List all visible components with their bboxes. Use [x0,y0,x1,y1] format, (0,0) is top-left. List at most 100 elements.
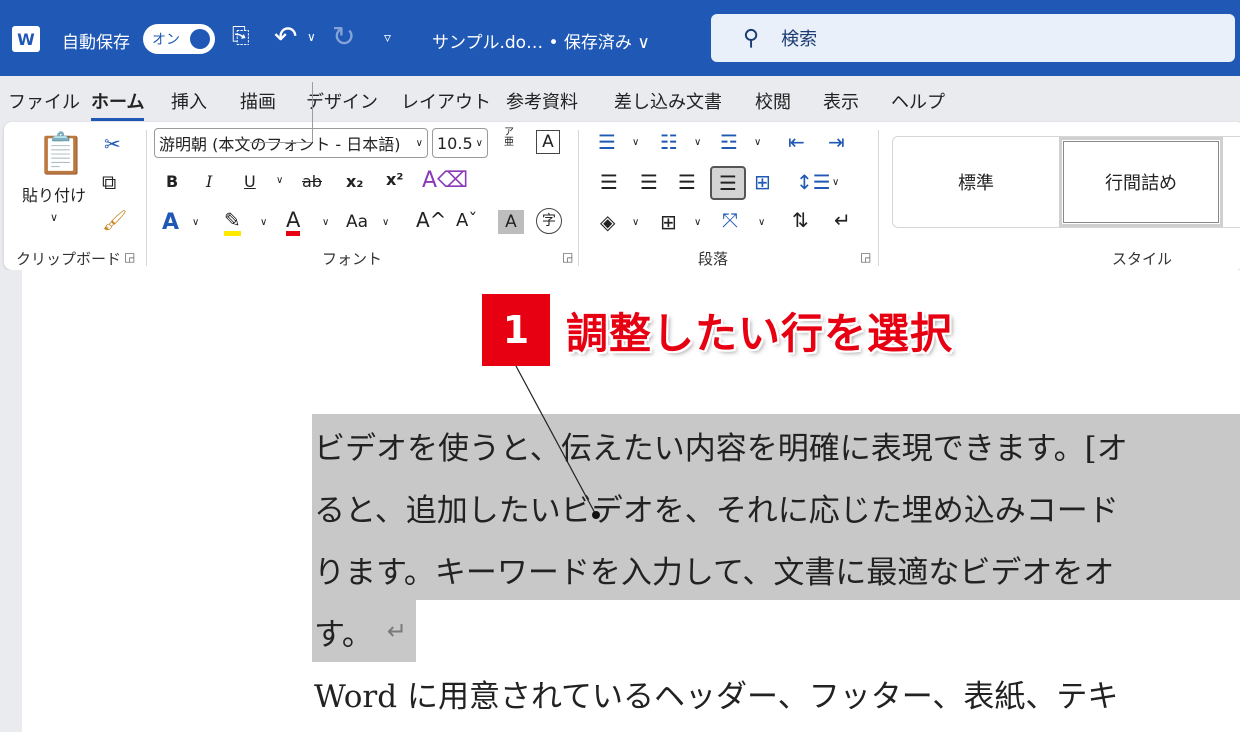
change-case-dropdown-icon[interactable]: ∨ [382,218,389,228]
undo-icon[interactable]: ↶ [274,20,297,53]
text-effects-dropdown-icon[interactable]: ∨ [192,218,199,228]
subscript-button[interactable]: x₂ [346,174,363,190]
selected-text-line[interactable]: ビデオを使うと、伝えたい内容を明確に表現できます。[オ [312,414,1240,476]
font-size-combo[interactable]: 10.5 ∨ [432,128,488,158]
multilevel-dropdown-icon[interactable]: ∨ [754,138,761,148]
shrink-font-button[interactable]: Aˇ [456,212,477,230]
paste-button[interactable]: 貼り付け [22,188,86,204]
increase-indent-icon[interactable]: ⇥ [828,132,845,152]
search-placeholder: 検索 [781,29,818,50]
line-spacing-dropdown-icon[interactable]: ∨ [832,178,839,188]
phonetic-guide-icon[interactable]: ア亜 [504,128,514,148]
tab-mailings[interactable]: 差し込み文書 [614,88,722,114]
font-color-dropdown-icon[interactable]: ∨ [322,218,329,228]
autosave-toggle-label: オン [152,32,180,48]
bullets-dropdown-icon[interactable]: ∨ [632,138,639,148]
strikethrough-button[interactable]: ab [302,174,322,190]
numbering-dropdown-icon[interactable]: ∨ [694,138,701,148]
borders-icon[interactable]: ⊞ [660,212,677,232]
customize-qat-icon[interactable]: ▿ [384,30,391,46]
tab-view[interactable]: 表示 [823,88,859,114]
copy-icon[interactable]: ⧉ [102,172,116,192]
character-border-icon[interactable]: A [536,130,560,154]
asian-layout-dropdown-icon[interactable]: ∨ [758,218,765,228]
italic-button[interactable]: I [206,174,212,190]
tab-draw[interactable]: 描画 [240,88,276,114]
underline-dropdown-icon[interactable]: ∨ [276,176,283,186]
show-formatting-icon[interactable]: ↵ [834,210,851,230]
autosave-toggle[interactable]: オン [143,24,215,54]
character-shading-button[interactable]: A [498,210,524,234]
superscript-button[interactable]: x² [386,172,403,188]
numbering-icon[interactable]: ☷ [660,132,678,152]
selected-text-line[interactable]: す。 ↵ [312,600,416,662]
font-name-value: 游明朝 (本文のフォント - 日本語) [159,135,401,154]
bold-button[interactable]: B [166,174,178,190]
tab-review[interactable]: 校閲 [755,88,791,114]
highlight-dropdown-icon[interactable]: ∨ [260,218,267,228]
phonetic-bottom: 亜 [504,137,514,148]
bullets-icon[interactable]: ☰ [598,132,616,152]
text-line[interactable]: Word に用意されているヘッダー、フッター、表紙、テキ [312,662,1240,724]
redo-icon[interactable]: ↻ [332,20,355,53]
toggle-knob [190,29,210,49]
text-effects-button[interactable]: A [162,212,179,234]
format-painter-icon[interactable]: 🖌 [102,210,127,230]
paste-icon[interactable]: 📋 [36,134,86,174]
align-right-icon[interactable]: ☰ [678,172,696,192]
grow-font-button[interactable]: A^ [416,210,446,230]
chevron-down-icon: ∨ [415,137,423,149]
asian-layout-icon[interactable]: ⤧ [722,210,738,230]
style-normal[interactable]: 標準 [893,137,1059,227]
title-bar: W 自動保存 オン ⎘ ↶ ∨ ↻ ▿ サンプル.do… • 保存済み ∨ ⚲ … [0,0,1240,76]
margin-corner-mark [250,142,312,143]
clipboard-launcher-icon[interactable]: ◲ [124,250,135,264]
styles-gallery: 標準 行間詰め [892,136,1240,228]
underline-button[interactable]: U [244,174,256,190]
font-group-label: フォント [322,250,383,268]
styles-group-label: スタイル [1112,250,1173,268]
tab-design[interactable]: デザイン [306,88,378,114]
line-spacing-icon[interactable]: ↕☰ [796,172,831,192]
paragraph-launcher-icon[interactable]: ◲ [860,250,871,264]
tab-insert[interactable]: 挿入 [171,88,207,114]
cut-icon[interactable]: ✂ [104,134,121,154]
line-text: す。 [314,616,373,653]
multilevel-list-icon[interactable]: ☲ [720,132,738,152]
save-icon[interactable]: ⎘ [232,24,250,49]
distributed-icon[interactable]: ⊞ [754,172,771,192]
font-name-combo[interactable]: 游明朝 (本文のフォント - 日本語) ∨ [154,128,428,158]
enclose-characters-button[interactable]: 字 [536,208,562,234]
align-left-icon[interactable]: ☰ [600,172,618,192]
font-launcher-icon[interactable]: ◲ [562,250,573,264]
tab-help[interactable]: ヘルプ [891,88,945,114]
align-center-icon[interactable]: ☰ [640,172,658,192]
shading-dropdown-icon[interactable]: ∨ [632,218,639,228]
font-color-button[interactable]: A [286,210,301,236]
document-title[interactable]: サンプル.do… • 保存済み ∨ [432,28,650,53]
paste-dropdown-icon[interactable]: ∨ [50,212,58,223]
justify-icon[interactable]: ☰ [710,166,746,200]
shading-icon[interactable]: ◈ [600,212,615,232]
font-size-value: 10.5 [437,133,473,153]
tab-home[interactable]: ホーム [91,88,145,121]
selected-text-line[interactable]: ります。キーワードを入力して、文書に最適なビデオをオ [312,538,1240,600]
clear-formatting-icon[interactable]: A⌫ [422,170,468,192]
sort-icon[interactable]: ⇅ [792,210,809,230]
step-number-badge: 1 [482,294,550,366]
search-icon: ⚲ [743,25,760,51]
decrease-indent-icon[interactable]: ⇤ [788,132,805,152]
tab-references[interactable]: 参考資料 [506,88,578,114]
clipboard-group-label: クリップボード [16,250,122,268]
change-case-button[interactable]: Aa [346,214,368,231]
margin-corner-mark [312,82,313,142]
search-box[interactable]: ⚲ 検索 [711,14,1235,62]
borders-dropdown-icon[interactable]: ∨ [694,218,701,228]
tab-file[interactable]: ファイル [8,88,80,114]
undo-dropdown-icon[interactable]: ∨ [307,30,316,44]
style-no-spacing[interactable]: 行間詰め [1059,137,1223,227]
selected-text-line[interactable]: ると、追加したいビデオを、それに応じた埋め込みコード [312,476,1240,538]
tab-layout[interactable]: レイアウト [401,88,491,114]
highlight-icon[interactable]: ✎ [224,210,241,236]
separator [146,130,147,266]
